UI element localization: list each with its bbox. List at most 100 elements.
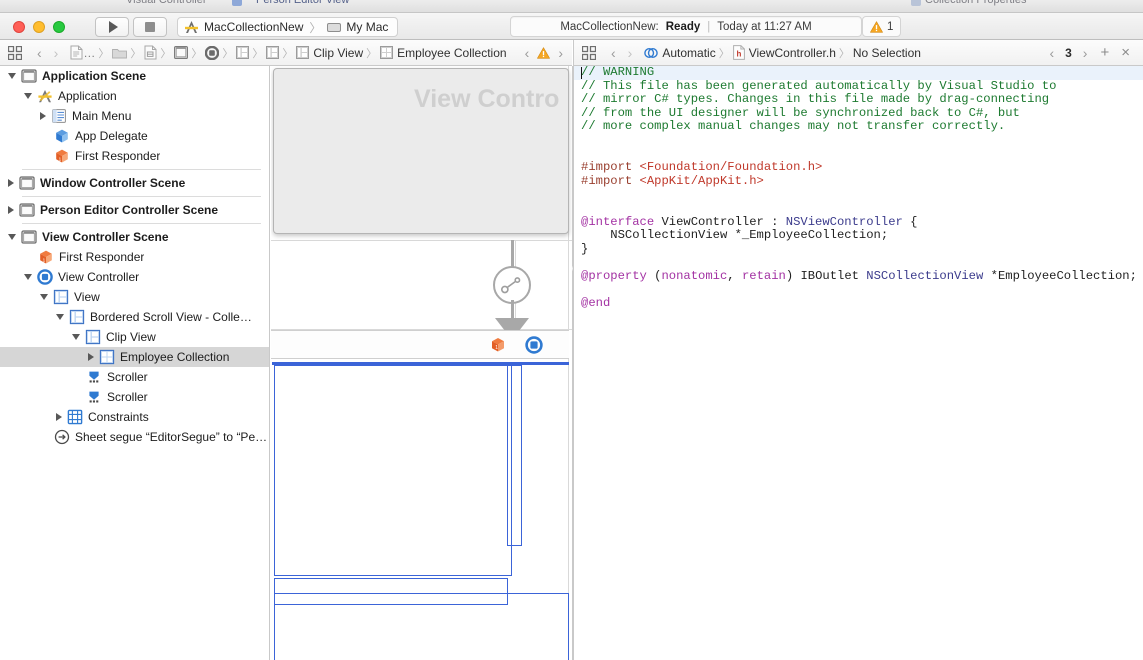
minimize-window-button[interactable] xyxy=(33,21,45,33)
assistant-automatic-item[interactable]: Automatic xyxy=(644,46,715,60)
outline-row-constraints[interactable]: Constraints xyxy=(0,407,269,427)
interface-builder-canvas[interactable]: View Contro 1 xyxy=(271,66,573,660)
disclosure-triangle-icon[interactable] xyxy=(88,353,94,361)
code-line[interactable]: #import <AppKit/AppKit.h> xyxy=(574,175,1143,189)
disclosure-triangle-icon[interactable] xyxy=(56,413,62,421)
outline-row-main-menu[interactable]: Main Menu xyxy=(0,106,269,126)
outline-row-scroller[interactable]: Scroller xyxy=(0,367,269,387)
scroller-icon xyxy=(86,389,102,405)
code-line[interactable]: @interface ViewController : NSViewContro… xyxy=(574,216,1143,230)
disclosure-triangle-icon[interactable] xyxy=(24,93,32,99)
code-line[interactable]: // This file has been generated automati… xyxy=(574,80,1143,94)
outline-row-label: Scroller xyxy=(107,370,148,384)
disclosure-triangle-icon[interactable] xyxy=(40,294,48,300)
scene-view-controller-icon[interactable] xyxy=(525,336,543,359)
issue-warning-icon[interactable] xyxy=(537,47,550,59)
view-icon-1[interactable] xyxy=(236,46,249,59)
disclosure-triangle-icon[interactable] xyxy=(56,314,64,320)
outline-row-window-controller-scene[interactable]: Window Controller Scene xyxy=(0,173,269,193)
disclosure-triangle-icon[interactable] xyxy=(24,274,32,280)
previous-issue-button[interactable]: ‹ xyxy=(524,46,531,60)
code-selection-label[interactable]: No Selection xyxy=(853,46,921,60)
segue-badge[interactable] xyxy=(493,266,531,304)
outline-row-employee-collection[interactable]: Employee Collection xyxy=(0,347,269,367)
disclosure-triangle-icon[interactable] xyxy=(8,73,16,79)
code-line[interactable] xyxy=(574,134,1143,148)
storyboard-document-icon[interactable] xyxy=(70,45,83,60)
outline-row-label: View Controller xyxy=(58,270,139,284)
window-scene-icon[interactable] xyxy=(174,46,188,59)
view-controller-icon[interactable] xyxy=(205,46,219,60)
activity-status-view: MacCollectionNew: Ready | Today at 11:27… xyxy=(510,16,862,37)
outline-row-bordered-scroll-view-colle[interactable]: Bordered Scroll View - Colle… xyxy=(0,307,269,327)
outline-row-clip-view[interactable]: Clip View xyxy=(0,327,269,347)
code-line[interactable]: #import <Foundation/Foundation.h> xyxy=(574,161,1143,175)
disclosure-triangle-icon[interactable] xyxy=(8,206,14,214)
first-responder-icon[interactable]: 1 xyxy=(489,336,507,359)
code-token: NSCollectionView *_EmployeeCollection; xyxy=(581,228,888,242)
outline-row-first-responder[interactable]: 1First Responder xyxy=(0,146,269,166)
run-button[interactable] xyxy=(95,17,129,37)
close-assistant-editor-button[interactable]: × xyxy=(1116,45,1135,60)
outline-row-sheet-segue-editorsegue-to-pe[interactable]: Sheet segue “EditorSegue” to “Pe… xyxy=(0,427,269,447)
warning-count-button[interactable]: 1 xyxy=(862,16,901,37)
code-line[interactable] xyxy=(574,256,1143,270)
code-token: } xyxy=(581,242,588,256)
source-code-editor[interactable]: // WARNING// This file has been generate… xyxy=(574,66,1143,660)
code-line[interactable] xyxy=(574,148,1143,162)
code-line[interactable] xyxy=(574,202,1143,216)
code-related-items-icon[interactable] xyxy=(582,46,596,60)
background-window-text-left: Visual Controller xyxy=(126,0,207,6)
outline-row-view-controller[interactable]: View Controller xyxy=(0,267,269,287)
code-line[interactable]: @property (nonatomic, retain) IBOutlet N… xyxy=(574,270,1143,284)
close-window-button[interactable] xyxy=(13,21,25,33)
view-controller-preview[interactable]: View Contro xyxy=(273,68,569,234)
code-line[interactable]: NSCollectionView *_EmployeeCollection; xyxy=(574,229,1143,243)
code-line[interactable]: } xyxy=(574,243,1143,257)
code-file-item[interactable]: h ViewController.h xyxy=(733,45,836,60)
folder-icon[interactable] xyxy=(112,47,127,59)
view-icon-2[interactable] xyxy=(266,46,279,59)
outline-row-scroller[interactable]: Scroller xyxy=(0,387,269,407)
outline-row-view-controller-scene[interactable]: View Controller Scene xyxy=(0,227,269,247)
ib-breadcrumb-clip-view[interactable]: Clip View xyxy=(296,46,363,60)
code-line[interactable] xyxy=(574,188,1143,202)
previous-counterpart-button[interactable]: ‹ xyxy=(1048,46,1055,60)
outline-row-application[interactable]: Application xyxy=(0,86,269,106)
outline-row-app-delegate[interactable]: App Delegate xyxy=(0,126,269,146)
next-issue-button[interactable]: › xyxy=(557,46,564,60)
code-line[interactable]: // more complex manual changes may not t… xyxy=(574,120,1143,134)
add-assistant-editor-button[interactable]: + xyxy=(1095,45,1114,60)
ib-forward-button[interactable]: › xyxy=(53,46,60,60)
stop-button[interactable] xyxy=(133,17,167,37)
ib-back-button[interactable]: ‹ xyxy=(36,46,43,60)
scheme-destination-control[interactable]: MacCollectionNew 〉 My Mac xyxy=(177,17,398,37)
code-back-button[interactable]: ‹ xyxy=(610,46,617,60)
code-forward-button[interactable]: › xyxy=(627,46,634,60)
code-line[interactable]: // mirror C# types. Changes in this file… xyxy=(574,93,1143,107)
code-line[interactable]: // from the UI designer will be synchron… xyxy=(574,107,1143,121)
scroll-view-content-outline[interactable] xyxy=(274,593,569,660)
document-outline[interactable]: Application SceneApplicationMain MenuApp… xyxy=(0,66,270,660)
clip-view-outline[interactable] xyxy=(274,365,512,576)
code-token: , xyxy=(727,269,742,283)
disclosure-triangle-icon[interactable] xyxy=(8,234,16,240)
outline-row-person-editor-controller-scene[interactable]: Person Editor Controller Scene xyxy=(0,200,269,220)
zoom-window-button[interactable] xyxy=(53,21,65,33)
next-counterpart-button[interactable]: › xyxy=(1082,46,1089,60)
disclosure-triangle-icon[interactable] xyxy=(72,334,80,340)
ib-breadcrumb-employee-collection[interactable]: Employee Collection xyxy=(380,46,506,60)
code-line[interactable] xyxy=(574,284,1143,298)
ib-path-ellipsis[interactable]: … xyxy=(83,46,95,60)
disclosure-triangle-icon[interactable] xyxy=(40,112,46,120)
outline-row-first-responder[interactable]: 1First Responder xyxy=(0,247,269,267)
disclosure-triangle-icon[interactable] xyxy=(8,179,14,187)
code-line[interactable]: @end xyxy=(574,297,1143,311)
storyboard-file-icon[interactable] xyxy=(144,45,157,60)
vertical-scroller-outline[interactable] xyxy=(507,365,522,546)
code-line[interactable]: // WARNING xyxy=(574,66,1143,80)
outline-row-view[interactable]: View xyxy=(0,287,269,307)
related-items-icon[interactable] xyxy=(8,46,22,60)
status-state: Ready xyxy=(666,21,701,33)
outline-row-application-scene[interactable]: Application Scene xyxy=(0,66,269,86)
